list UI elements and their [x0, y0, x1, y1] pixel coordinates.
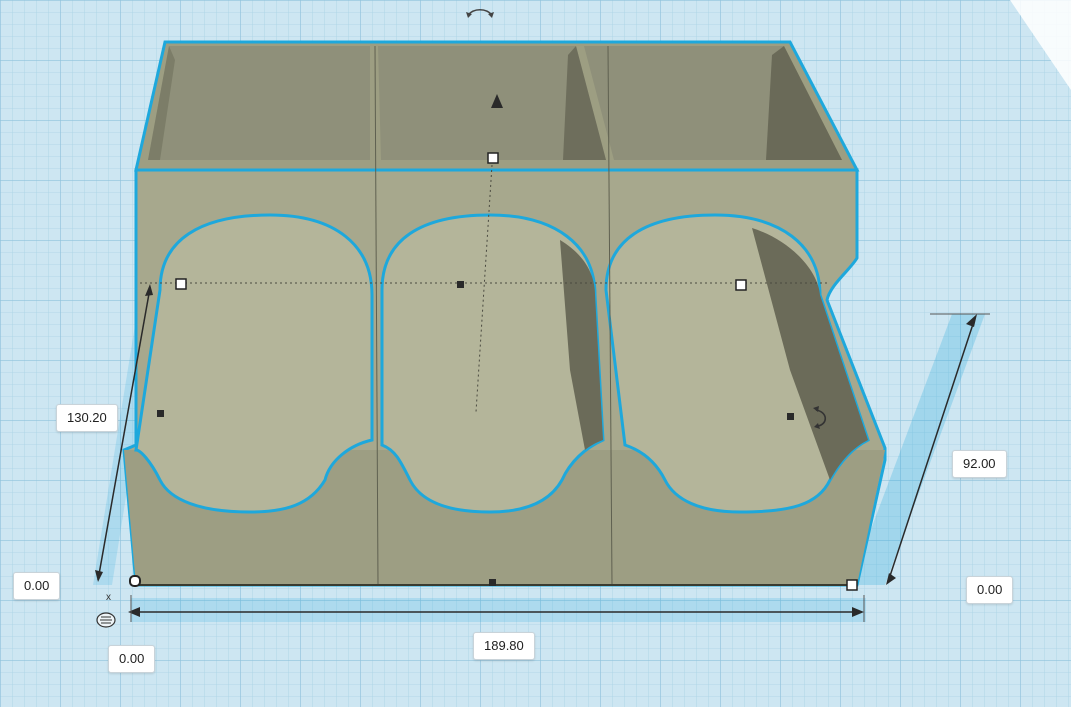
handle-bottom-right[interactable] — [846, 579, 858, 591]
handle-bottom-center[interactable] — [489, 579, 496, 586]
workplane-scene[interactable] — [0, 0, 1071, 707]
width-dimension-field[interactable]: 189.80 — [473, 632, 535, 660]
handle-left-side[interactable] — [157, 410, 164, 417]
axis-marker-x: x — [106, 592, 111, 603]
compartment-opening-left — [148, 46, 370, 160]
snap-grid-icon[interactable] — [96, 610, 116, 630]
handle-right-mid[interactable] — [735, 279, 747, 291]
depth-dimension-field[interactable]: 92.00 — [952, 450, 1007, 478]
handle-right-side[interactable] — [787, 413, 794, 420]
origin-bottom-dimension-field[interactable]: 0.00 — [108, 645, 156, 673]
height-dimension-field[interactable]: 130.20 — [56, 404, 118, 432]
handle-center[interactable] — [457, 281, 464, 288]
organizer-shape[interactable] — [122, 40, 887, 587]
handle-top-center[interactable] — [487, 152, 499, 164]
origin-right-dimension-field[interactable]: 0.00 — [966, 576, 1014, 604]
handle-bottom-left[interactable] — [129, 575, 141, 587]
origin-left-dimension-field[interactable]: 0.00 — [13, 572, 61, 600]
handle-left-mid[interactable] — [175, 278, 187, 290]
